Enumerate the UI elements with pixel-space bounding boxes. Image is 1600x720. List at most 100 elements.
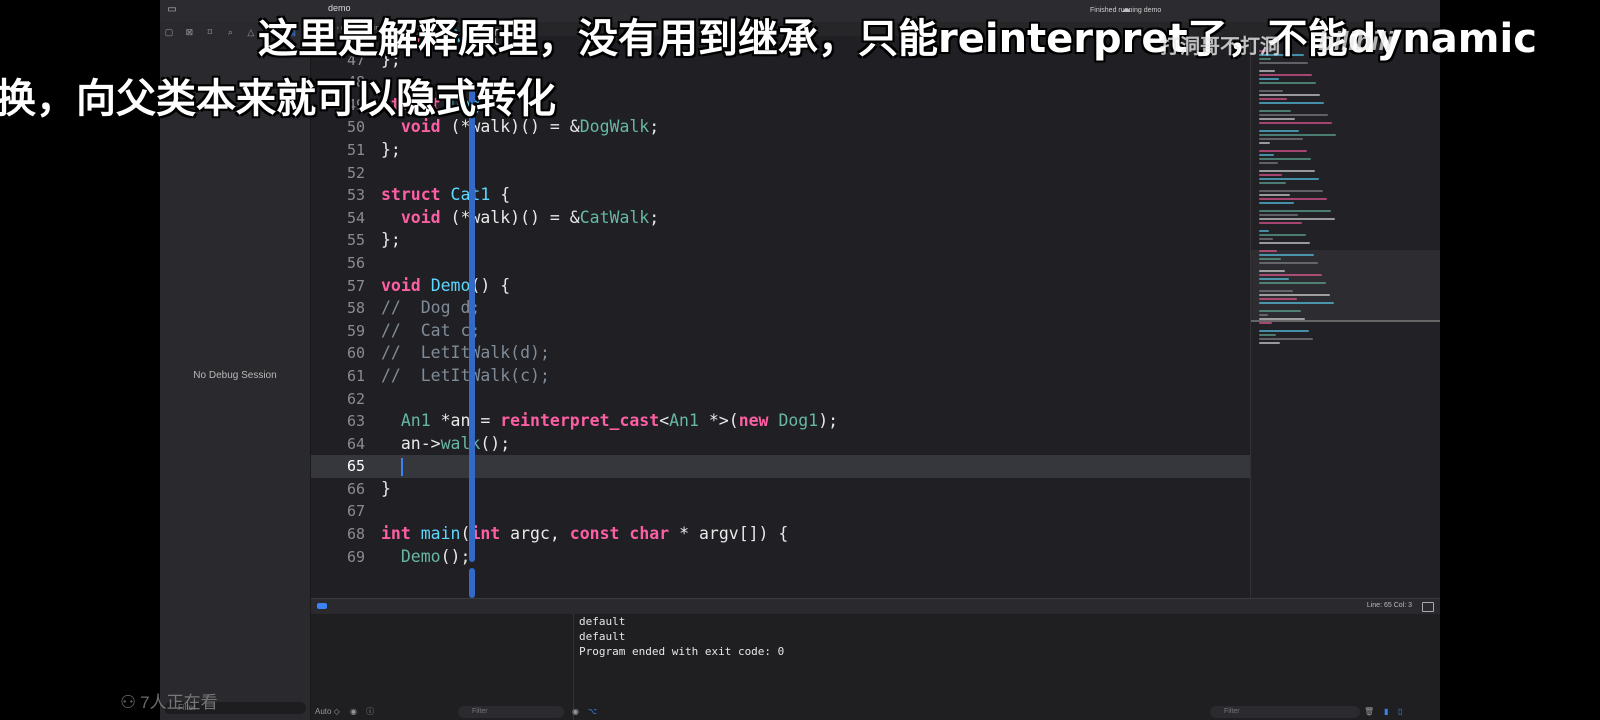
line-number: 56 (346, 253, 365, 272)
code-line[interactable]: 63 An1 *an = reinterpret_cast<An1 *>(new… (311, 410, 1250, 433)
line-number: 66 (346, 479, 365, 498)
line-number: 51 (346, 140, 365, 159)
code-text: int main(int argc, const char * argv[]) … (381, 524, 789, 544)
code-line[interactable]: 56 (311, 252, 1250, 275)
no-debug-session-label: No Debug Session (193, 370, 277, 381)
minimap-line (1259, 310, 1301, 312)
panel-layout-icon[interactable] (1422, 602, 1434, 612)
minimap-line (1259, 270, 1285, 272)
line-number: 63 (346, 412, 365, 431)
line-number: 59 (346, 321, 365, 340)
code-line[interactable]: 62 (311, 388, 1250, 411)
code-line[interactable]: 60 // LetItWalk(d); (311, 342, 1250, 365)
line-number: 52 (346, 163, 365, 182)
variables-filter-input[interactable]: Filter (458, 706, 564, 718)
minimap-line (1259, 342, 1280, 344)
debug-bar: Line: 65 Col: 3 (311, 598, 1440, 615)
minimap-line (1259, 230, 1269, 232)
folder-icon[interactable]: ▢ (162, 25, 176, 39)
minimap-line (1259, 238, 1273, 240)
line-number: 57 (346, 276, 365, 295)
minimap-line (1259, 194, 1290, 196)
minimap-line (1259, 278, 1289, 280)
line-number: 58 (346, 299, 365, 318)
bilibili-logo: bilibili (1318, 26, 1394, 56)
minimap-line (1259, 82, 1316, 84)
subtitle-line-2: 换，向父类本来就可以隐式转化 (0, 76, 556, 122)
code-line[interactable]: 68 int main(int argc, const char * argv[]… (311, 523, 1250, 546)
code-line[interactable]: 54 void (*walk)() = &CatWalk; (311, 207, 1250, 230)
code-line[interactable]: 67 (311, 500, 1250, 523)
minimap-line (1259, 74, 1312, 76)
minimap-line (1259, 250, 1277, 252)
trash-icon[interactable]: 🗑 (1364, 705, 1374, 719)
minimap-line (1259, 242, 1310, 244)
code-line[interactable]: 53 struct Cat1 { (311, 184, 1250, 207)
minimap-line (1259, 282, 1326, 284)
source-control-icon[interactable]: ⊠ (182, 25, 196, 39)
minimap-line (1259, 114, 1328, 116)
minimap-line (1259, 154, 1274, 156)
sidebar-toggle-icon[interactable]: ▭ (166, 4, 178, 16)
minimap-line (1259, 298, 1297, 300)
code-text: struct Cat1 { (381, 185, 511, 205)
line-number: 61 (346, 366, 365, 385)
minimap-line (1259, 110, 1291, 112)
console-output-icon[interactable]: ⌥ (588, 705, 597, 719)
code-line[interactable]: 59 // Cat c; (311, 320, 1250, 343)
line-number: 69 (346, 547, 365, 566)
code-line[interactable]: 64 an->walk(); (311, 433, 1250, 456)
line-number: 65 (346, 457, 365, 476)
code-line[interactable]: 66} (311, 478, 1250, 501)
scope-selector[interactable]: Auto ◇ (315, 705, 340, 719)
minimap-line (1259, 198, 1327, 200)
line-number: 64 (346, 434, 365, 453)
code-line[interactable]: 58 // Dog d; (311, 297, 1250, 320)
code-line[interactable]: 57 void Demo() { (311, 275, 1250, 298)
console-filter-input[interactable]: Filter (1210, 706, 1360, 718)
minimap-line (1259, 178, 1319, 180)
code-text: }; (381, 230, 401, 250)
code-text: // Cat c; (381, 320, 481, 340)
current-line[interactable]: 65 (311, 455, 1250, 478)
line-col-indicator: Line: 65 Col: 3 (1366, 602, 1412, 609)
code-line[interactable]: 69 Demo(); (311, 546, 1250, 569)
minimap-line (1259, 214, 1298, 216)
minimap-line (1259, 102, 1324, 104)
eye-icon[interactable]: ◉ (572, 705, 579, 719)
bookmark-icon[interactable]: ⌑ (203, 25, 217, 39)
minimap-line (1259, 98, 1287, 100)
info-icon[interactable]: ⓘ (366, 705, 374, 719)
right-panel-icon[interactable]: ▯ (1398, 705, 1402, 719)
minimap-line (1259, 274, 1322, 276)
minimap[interactable] (1250, 36, 1440, 598)
minimap-line (1259, 222, 1302, 224)
minimap-line (1259, 218, 1335, 220)
code-text: // Dog d; (381, 298, 481, 318)
code-line[interactable]: 61 // LetItWalk(c); (311, 365, 1250, 388)
viewers-icon: ⚇ (120, 692, 137, 712)
code-text: // LetItWalk(c); (381, 365, 550, 385)
find-icon[interactable]: ⌕ (223, 25, 237, 39)
breakpoints-toggle-icon[interactable] (317, 603, 327, 609)
line-number: 68 (346, 525, 365, 544)
code-line[interactable]: 52 (311, 162, 1250, 185)
minimap-line (1259, 122, 1332, 124)
minimap-line (1259, 150, 1307, 152)
minimap-line (1259, 318, 1305, 320)
console-view[interactable]: default default Program ended with exit … (574, 614, 1440, 720)
line-number: 53 (346, 186, 365, 205)
code-line[interactable]: 51}; (311, 139, 1250, 162)
minimap-line (1259, 182, 1286, 184)
minimap-line (1259, 294, 1330, 296)
minimap-line (1259, 118, 1295, 120)
code-line[interactable]: 55}; (311, 229, 1250, 252)
minimap-line (1259, 254, 1314, 256)
eye-icon[interactable]: ◉ (350, 705, 357, 719)
left-panel-icon[interactable]: ▮ (1384, 705, 1388, 719)
minimap-line (1259, 174, 1282, 176)
minimap-line (1259, 302, 1334, 304)
console-output: default default Program ended with exit … (579, 615, 785, 658)
warning-icon[interactable]: △ (244, 25, 258, 39)
minimap-line (1259, 70, 1275, 72)
